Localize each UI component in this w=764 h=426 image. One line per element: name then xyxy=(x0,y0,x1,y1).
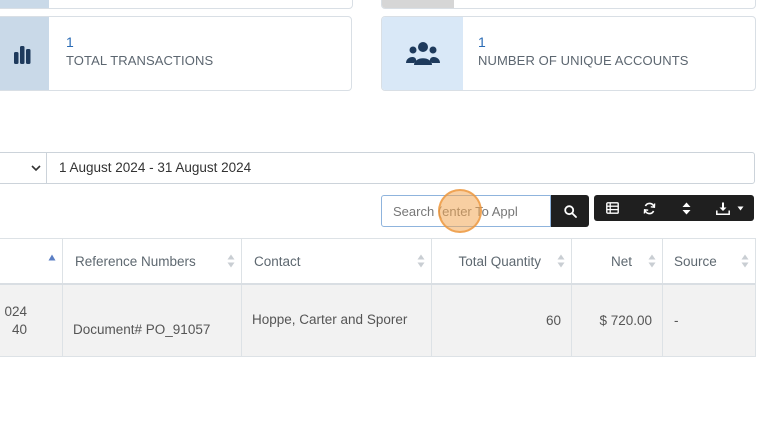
column-header-contact[interactable]: Contact xyxy=(242,239,432,283)
search-icon xyxy=(563,204,577,218)
cell-quantity-text: 60 xyxy=(545,313,561,328)
date-range-picker[interactable]: 1 August 2024 - 31 August 2024 xyxy=(46,152,755,184)
total-transactions-value: 1 xyxy=(66,34,74,50)
total-transactions-card: 1 TOTAL TRANSACTIONS xyxy=(0,16,352,91)
refresh-button[interactable] xyxy=(631,195,668,221)
download-icon xyxy=(715,202,730,215)
cell-date: 024 40 xyxy=(0,285,63,356)
stat-card-top-right xyxy=(381,0,756,9)
cell-reference-text: Document# PO_91057 xyxy=(73,322,211,337)
column-header-net[interactable]: Net xyxy=(572,239,663,283)
cell-contact-text: Hoppe, Carter and Sporer xyxy=(252,312,408,327)
cell-contact: Hoppe, Carter and Sporer xyxy=(242,285,432,356)
column-header-label: Reference Numbers xyxy=(75,253,196,269)
download-button[interactable] xyxy=(705,195,754,221)
accounts-icon-area xyxy=(382,17,463,90)
sort-icon xyxy=(557,254,565,268)
stat-card-top-left xyxy=(0,0,353,9)
chevron-down-icon xyxy=(31,165,41,172)
columns-button[interactable] xyxy=(594,195,631,221)
column-header-label: Total Quantity xyxy=(458,253,541,269)
sort-icon xyxy=(417,254,425,268)
sort-icon xyxy=(682,202,691,214)
stat-card-icon-area xyxy=(0,0,49,8)
transactions-icon-area xyxy=(0,17,49,90)
unique-accounts-value: 1 xyxy=(478,34,486,50)
sort-icon xyxy=(741,254,749,268)
stat-card-icon-area xyxy=(382,0,454,8)
cell-source-text: - xyxy=(674,313,679,328)
sort-asc-icon xyxy=(48,254,56,261)
column-header-date[interactable] xyxy=(0,239,63,283)
cell-net-text: $ 720.00 xyxy=(599,313,652,328)
cell-date-line2: 40 xyxy=(11,321,27,337)
unique-accounts-label: NUMBER OF UNIQUE ACCOUNTS xyxy=(478,53,689,68)
column-header-source[interactable]: Source xyxy=(663,239,755,283)
column-header-label: Contact xyxy=(254,253,301,269)
column-header-total-quantity[interactable]: Total Quantity xyxy=(432,239,572,283)
sort-icon xyxy=(648,254,656,268)
refresh-icon xyxy=(643,202,656,214)
column-header-label: Source xyxy=(674,253,717,269)
search-input[interactable] xyxy=(381,195,551,227)
list-icon xyxy=(606,202,619,214)
column-header-label: Net xyxy=(610,253,632,269)
search-button[interactable] xyxy=(551,195,589,227)
date-range-text: 1 August 2024 - 31 August 2024 xyxy=(59,160,252,175)
bar-chart-icon xyxy=(14,45,31,64)
cell-net: $ 720.00 xyxy=(572,285,663,356)
cell-date-line1: 024 xyxy=(4,303,27,319)
table-toolbar xyxy=(594,195,754,221)
table-row[interactable]: 024 40 Document# PO_91057 Hoppe, Carter … xyxy=(0,285,755,356)
sort-button[interactable] xyxy=(668,195,705,221)
cell-reference: Document# PO_91057 xyxy=(63,285,242,356)
cell-source: - xyxy=(663,285,755,356)
cell-quantity: 60 xyxy=(432,285,572,356)
filter-select[interactable] xyxy=(0,152,47,184)
column-header-reference-numbers[interactable]: Reference Numbers xyxy=(63,239,242,283)
caret-down-icon xyxy=(737,206,743,210)
total-transactions-label: TOTAL TRANSACTIONS xyxy=(66,53,214,68)
unique-accounts-card: 1 NUMBER OF UNIQUE ACCOUNTS xyxy=(381,16,756,91)
sort-icon xyxy=(227,254,235,268)
transactions-table: Reference Numbers Contact Total Quantity… xyxy=(0,238,756,357)
users-icon xyxy=(405,41,440,65)
